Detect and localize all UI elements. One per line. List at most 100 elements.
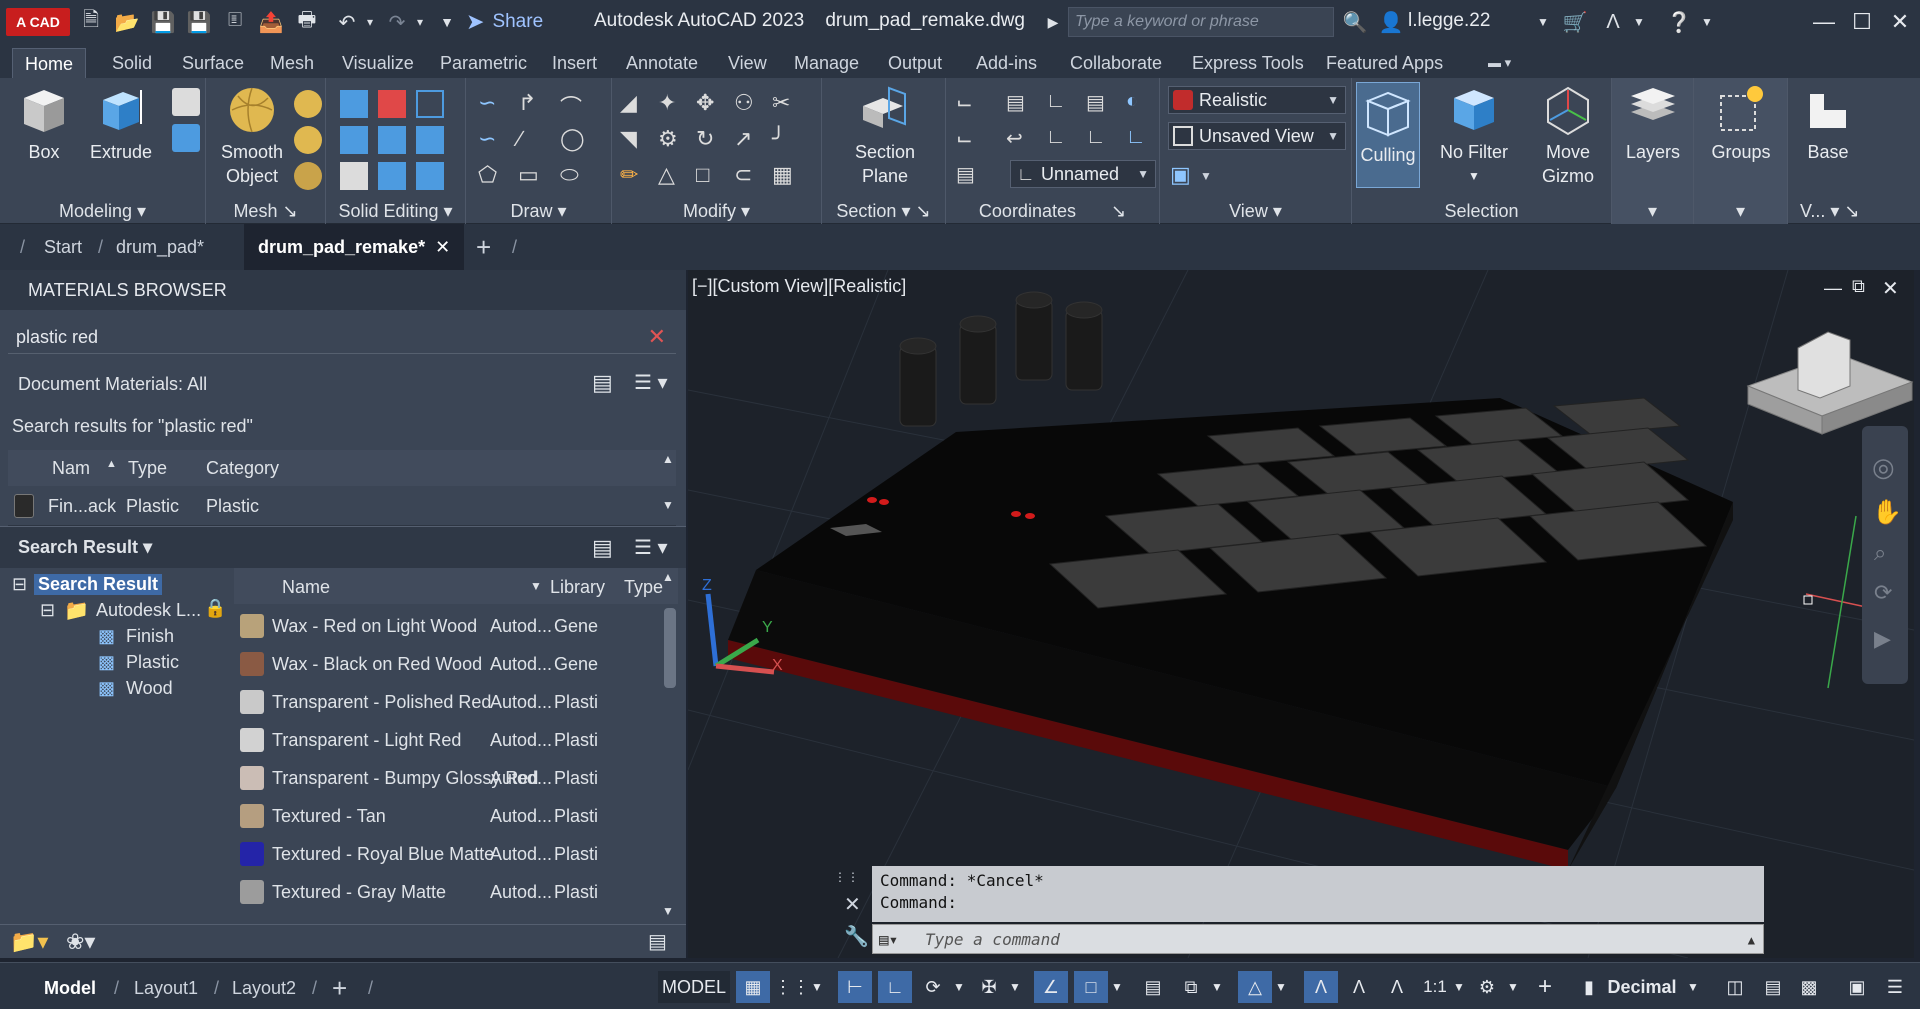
offset-icon[interactable]: ⊂ [734, 162, 762, 190]
ucs-x-icon[interactable]: ∟ [1046, 126, 1074, 154]
mesh-crease-icon[interactable] [294, 162, 322, 190]
customize-qa-icon[interactable]: ▼ [434, 9, 460, 35]
units-icon[interactable]: ▮ [1572, 971, 1606, 1003]
scale-icon[interactable]: □ [696, 162, 724, 190]
command-grip-icon[interactable]: ⋮⋮ [834, 870, 870, 884]
grid-icon[interactable]: ▦ [736, 971, 770, 1003]
user-icon[interactable]: 👤 [1378, 9, 1404, 35]
tab-parametric[interactable]: Parametric [428, 48, 539, 78]
lib-scroll-down-icon[interactable]: ▼ [662, 904, 674, 918]
add-layout-icon[interactable]: + [332, 971, 347, 1005]
ucs-previous-icon[interactable]: ↩ [1006, 126, 1034, 154]
list-item[interactable]: Textured - Tan Autod... Plasti [234, 796, 664, 834]
minimize-icon[interactable]: — [1804, 6, 1844, 38]
base-button[interactable]: Base [1792, 84, 1864, 164]
construction-line-icon[interactable]: ∕ [518, 126, 546, 154]
ucs-named-dropdown[interactable]: ∟ Unnamed ▼ [1010, 160, 1156, 188]
line-icon[interactable]: ∽ [478, 90, 506, 118]
help-dropdown-icon[interactable]: ▼ [1694, 9, 1720, 35]
units-value[interactable]: Decimal [1604, 971, 1680, 1003]
save-to-web-icon[interactable]: 📤 [258, 9, 284, 35]
user-name[interactable]: l.legge.22 [1408, 10, 1490, 32]
groups-button[interactable]: Groups [1708, 84, 1774, 164]
col-lib-name[interactable]: Name [282, 577, 330, 598]
command-history-expand-icon[interactable]: ▲ [1748, 925, 1755, 955]
arc-icon[interactable]: ⌒ [560, 90, 588, 120]
materials-search-input[interactable]: plastic red ✕ [8, 320, 676, 354]
tab-output[interactable]: Output [876, 48, 954, 78]
save-as-icon[interactable]: 💾 [186, 9, 212, 35]
ucs-icon[interactable]: ⌙ [956, 90, 984, 118]
isodraft-icon[interactable]: ✠ [972, 971, 1006, 1003]
new-tab-icon[interactable]: + [476, 224, 491, 270]
annotation-scale-icon[interactable]: Λ [1380, 971, 1414, 1003]
array-icon[interactable]: ▦ [772, 162, 800, 190]
user-dropdown-icon[interactable]: ▼ [1530, 9, 1556, 35]
document-materials-filter[interactable]: Document Materials: All [18, 374, 207, 395]
thicken-icon[interactable] [416, 162, 444, 190]
list-item[interactable]: Transparent - Light Red Autod... Plasti [234, 720, 664, 758]
orbit-icon[interactable]: ⟳ [1874, 580, 1892, 606]
annotation-scale-value[interactable]: 1:1 [1418, 971, 1452, 1003]
extract-edges-icon[interactable] [416, 90, 444, 118]
workspace-gear-icon[interactable]: ⚙ [1470, 971, 1504, 1003]
interfere-icon[interactable] [340, 162, 368, 190]
tab-home[interactable]: Home [12, 48, 87, 78]
no-filter-button[interactable]: No Filter ▼ [1430, 84, 1518, 188]
customization-icon[interactable]: ☰ [1878, 971, 1912, 1003]
layout-tab-layout2[interactable]: Layout2 [232, 971, 296, 1005]
box-button[interactable]: Box [14, 84, 74, 164]
extrude-button[interactable]: Extrude [88, 84, 154, 164]
close-icon[interactable]: ✕ [1880, 6, 1920, 38]
intersect-icon[interactable] [340, 126, 368, 154]
list-view-options-icon[interactable]: ☰ ▾ [634, 370, 668, 395]
col-lib-library[interactable]: Library [550, 577, 605, 598]
lock-ui-icon[interactable]: ▤ [1756, 971, 1790, 1003]
snap-dropdown-icon[interactable]: ▼ [808, 971, 826, 1003]
pan-icon[interactable]: ✋ [1872, 498, 1902, 527]
model-space-button[interactable]: MODEL [658, 971, 730, 1003]
groups-expand-icon[interactable]: ▾ [1694, 201, 1787, 222]
extrude-faces-icon[interactable] [416, 126, 444, 154]
ucs-origin-icon[interactable]: ∟ [1046, 90, 1074, 118]
tree-item-finish[interactable]: Finish [126, 626, 174, 647]
tab-manage[interactable]: Manage [782, 48, 871, 78]
open-from-web-icon[interactable]: 🗉 [222, 9, 248, 35]
tree-collapse-icon[interactable]: ⊟ [40, 600, 55, 621]
panel-label-solid-editing[interactable]: Solid Editing ▾ [326, 201, 465, 222]
clean-screen-icon[interactable]: ▣ [1840, 971, 1874, 1003]
list-item[interactable]: Textured - Royal Blue Matte Autod... Plast… [234, 834, 664, 872]
layers-expand-icon[interactable]: ▾ [1612, 201, 1693, 222]
slice-icon[interactable] [378, 162, 406, 190]
command-input[interactable]: ▤▾ Type a command ▲ [872, 924, 1764, 954]
transparency-dropdown-icon[interactable]: ▼ [1208, 971, 1226, 1003]
move-icon[interactable]: ✥ [696, 90, 724, 118]
showmotion-icon[interactable]: ▶ [1874, 626, 1891, 652]
close-tab-icon[interactable]: ✕ [435, 237, 450, 257]
search-result-dropdown[interactable]: Search Result ▾ [18, 537, 152, 558]
stretch-icon[interactable]: ↗ [734, 126, 762, 154]
tab-solid[interactable]: Solid [100, 48, 164, 78]
help-icon[interactable]: ❔ [1666, 9, 1692, 35]
viewport-config-icon[interactable]: ▣ [1170, 162, 1198, 190]
subtract-icon[interactable] [378, 90, 406, 118]
tab-mesh[interactable]: Mesh [258, 48, 326, 78]
open-file-icon[interactable]: 📂 [114, 9, 140, 35]
transparency-icon[interactable]: ⧉ [1174, 971, 1208, 1003]
tab-view[interactable]: View [716, 48, 779, 78]
save-icon[interactable]: 💾 [150, 9, 176, 35]
object-snap-tracking-icon[interactable]: ∠ [1034, 971, 1068, 1003]
tree-item-wood[interactable]: Wood [126, 678, 173, 699]
viewcube[interactable] [1746, 331, 1914, 435]
undo-dropdown-icon[interactable]: ▾ [362, 9, 378, 35]
ucs-settings-icon[interactable]: ▤ [956, 162, 984, 190]
app-dropdown-icon[interactable]: ▼ [1626, 9, 1652, 35]
scroll-up-icon[interactable]: ▲ [662, 452, 674, 466]
rotate-icon[interactable]: ↻ [696, 126, 724, 154]
ucs-view-icon[interactable]: ▤ [1086, 90, 1114, 118]
fillet-icon[interactable]: ╯ [772, 126, 800, 154]
circle-icon[interactable]: ◯ [560, 126, 588, 154]
ortho-icon[interactable]: ∟ [878, 971, 912, 1003]
library-scrollbar[interactable] [664, 608, 676, 688]
create-material-menu-icon[interactable]: ❀▾ [66, 929, 95, 955]
